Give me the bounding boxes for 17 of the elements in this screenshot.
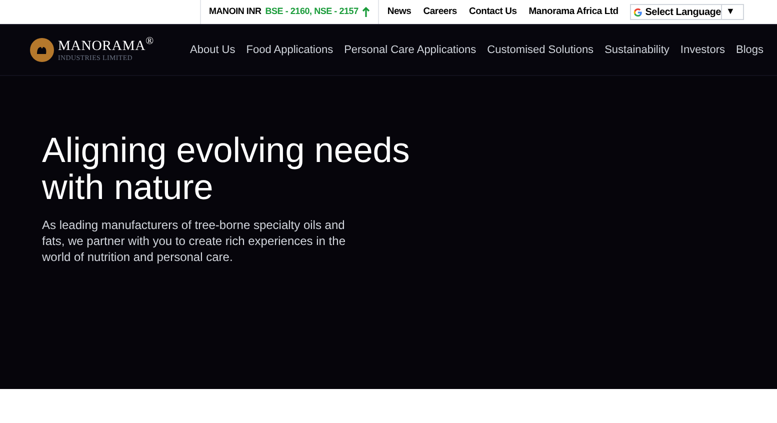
hero-heading: Aligning evolving needs with nature xyxy=(42,132,411,206)
top-link[interactable]: Manorama Africa Ltd xyxy=(528,4,618,20)
nav-link[interactable]: Personal Care Applications xyxy=(344,42,476,58)
hero-text: As leading manufacturers of tree-borne specialty oils and fats, we partner with you to create rich experiences in the world of nutrition and personal care. xyxy=(42,217,346,265)
nav-link[interactable]: Food Applications xyxy=(246,42,334,58)
top-link[interactable]: Careers xyxy=(423,4,457,20)
stock-ticker: MANOIN INR xyxy=(209,5,262,18)
nav-link[interactable]: About Us xyxy=(190,42,236,58)
nav-link[interactable]: Blogs xyxy=(736,42,764,58)
language-select[interactable]: Select Language ▼ xyxy=(630,4,744,20)
nav-link[interactable]: Sustainability xyxy=(604,42,670,58)
nav-link[interactable]: Customised Solutions xyxy=(487,42,594,58)
top-link[interactable]: Contact Us xyxy=(468,4,517,20)
nav-link[interactable]: Investors xyxy=(680,42,726,58)
logo-wordmark: MANORAMA$^{®}$ xyxy=(58,38,154,54)
stock-quote: BSE - 2160, NSE - 2157 xyxy=(265,5,358,18)
top-link[interactable]: News xyxy=(387,4,412,20)
